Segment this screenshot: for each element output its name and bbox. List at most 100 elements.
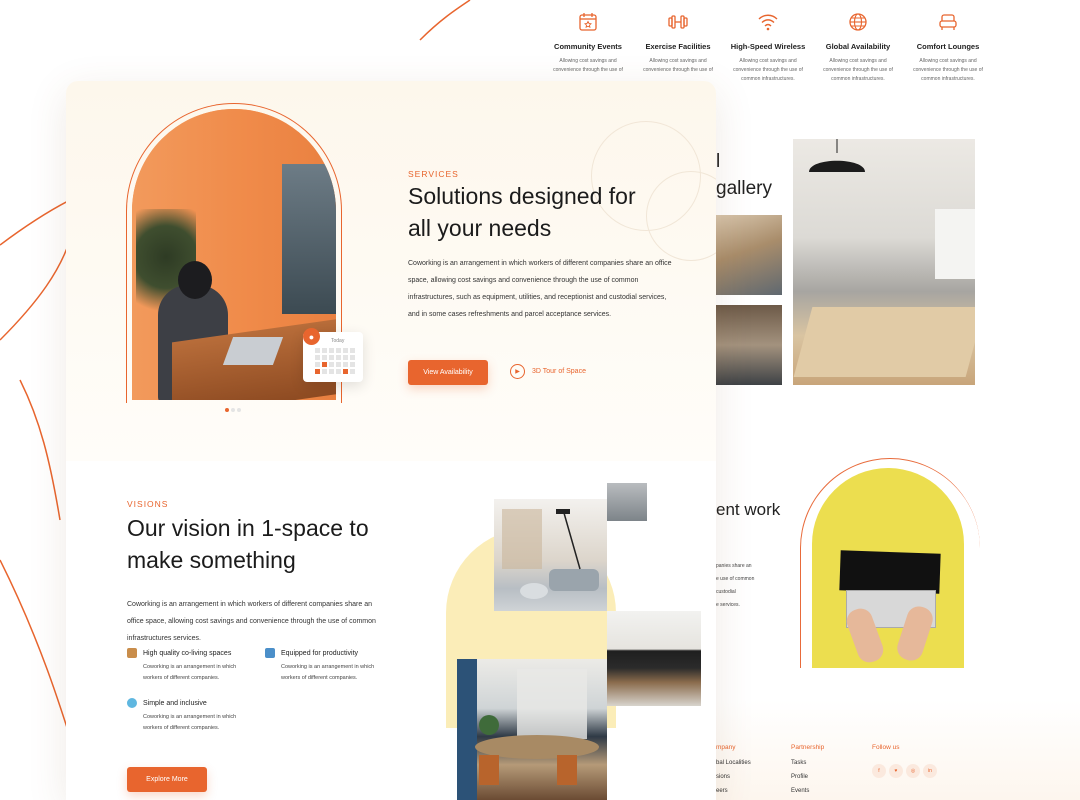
pendant-lamp-icon [809, 139, 865, 172]
visions-eyebrow: VISIONS [127, 499, 169, 509]
hero-title-line1: Solutions designed for [408, 183, 636, 209]
amenity-title: Community Events [554, 42, 622, 51]
facebook-icon[interactable]: f [872, 764, 886, 778]
amenity-title: Global Availability [825, 42, 891, 51]
generation-text-line: e use of common [716, 576, 755, 582]
services-eyebrow: SERVICES [408, 169, 459, 179]
footer-link[interactable]: Tasks [791, 760, 824, 766]
wifi-icon [758, 14, 778, 31]
toolbox-icon [265, 648, 275, 658]
footer-link[interactable]: sions [716, 774, 751, 780]
vision-feature-head: Equipped for productivity [265, 648, 395, 658]
instagram-icon[interactable]: ◎ [906, 764, 920, 778]
amenity-desc: Allowing cost savings and convenience th… [643, 58, 713, 73]
hero-title: Solutions designed for all your needs [408, 180, 708, 244]
footer-heading: Partnership [791, 744, 825, 751]
visions-paragraph: Coworking is an arrangement in which wor… [127, 601, 376, 642]
carousel-dots[interactable] [225, 408, 243, 412]
calendar-grid [315, 348, 357, 374]
gallery-title: l gallery [716, 148, 772, 202]
play-icon: ▶ [510, 364, 525, 379]
explore-more-button[interactable]: Explore More [127, 767, 207, 792]
footer-link[interactable]: bal Localities [716, 760, 751, 766]
gallery-image [716, 215, 782, 295]
footer-company-column: mpany bal Localities sions eers [716, 744, 751, 800]
amenity-desc: Allowing cost savings and convenience th… [913, 58, 983, 82]
generation-title: ent work [716, 500, 781, 519]
heart-icon[interactable]: ♥ [889, 764, 903, 778]
amenity-global-availability: Global Availability Allowing cost saving… [814, 10, 902, 84]
amenity-comfort-lounges: Comfort Lounges Allowing cost savings an… [904, 10, 992, 84]
gallery-image-table [793, 307, 975, 377]
collage-image [494, 499, 607, 611]
calendar-label: Today [331, 338, 345, 344]
amenity-high-speed-wireless: High-Speed Wireless Allowing cost saving… [724, 10, 812, 84]
visions-title: Our vision in 1-space to make something [127, 512, 407, 576]
calendar-star-icon [579, 13, 597, 31]
lounge-scene [502, 509, 599, 599]
collage-image [457, 659, 607, 800]
amenity-desc: Allowing cost savings and convenience th… [733, 58, 803, 82]
bell-icon: ● [303, 328, 320, 345]
footer-link[interactable]: Events [791, 788, 824, 794]
vision-feature-desc: Coworking is an arrangement in which wor… [143, 664, 237, 681]
vision-feature-item: Simple and inclusive Coworking is an arr… [127, 698, 257, 734]
gallery-image [716, 305, 782, 385]
collage-image [607, 483, 647, 521]
hero-image-laptop [222, 337, 284, 365]
amenities-row: Community Events Allowing cost savings a… [513, 10, 1080, 84]
collage-image [607, 611, 701, 706]
dumbbell-icon [668, 15, 688, 29]
amenity-title: Comfort Lounges [916, 42, 980, 51]
carousel-dot-active[interactable] [225, 408, 229, 412]
footer-follow-column: Follow us [872, 744, 899, 760]
vision-feature-item: High quality co-living spaces Coworking … [127, 648, 257, 684]
laptop-screen [839, 550, 941, 594]
droplet-icon [127, 698, 137, 708]
generation-text-line: panies share an [716, 563, 752, 569]
footer-link[interactable]: eers [716, 788, 751, 794]
vision-feature-desc: Coworking is an arrangement in which wor… [281, 664, 375, 681]
linkedin-icon[interactable]: in [923, 764, 937, 778]
amenity-title: Exercise Facilities [645, 42, 711, 51]
front-page-mockup: Today ● SERVICES Solutions designed for … [66, 81, 716, 800]
generation-text-line: custodial [716, 589, 736, 595]
carousel-dot[interactable] [237, 408, 241, 412]
laptop-hands-image [812, 468, 964, 668]
social-links: f ♥ ◎ in [872, 764, 940, 778]
amenity-exercise-facilities: Exercise Facilities Allowing cost saving… [634, 10, 722, 84]
visions-title-line1: Our vision in 1-space to [127, 515, 369, 541]
globe-icon [849, 13, 867, 31]
vision-feature-title: Simple and inclusive [143, 699, 207, 707]
footer-partnership-column: Partnership Tasks Profile Events [791, 744, 824, 800]
vision-feature-desc: Coworking is an arrangement in which wor… [143, 714, 237, 731]
amenity-desc: Allowing cost savings and convenience th… [823, 58, 893, 82]
gallery-image-window [935, 209, 975, 279]
carousel-dot[interactable] [231, 408, 235, 412]
vision-feature-title: High quality co-living spaces [143, 649, 232, 657]
hero-title-line2: all your needs [408, 215, 552, 241]
hero-image-head [178, 261, 212, 299]
generation-text-line: e services. [716, 602, 740, 608]
armchair-icon [939, 14, 957, 30]
footer-heading: mpany [716, 744, 736, 751]
hero-image-door [282, 164, 336, 314]
view-availability-button[interactable]: View Availability [408, 360, 488, 385]
gallery-title-line1: l [716, 151, 721, 172]
hotel-icon [127, 648, 137, 658]
visions-title-line2: make something [127, 547, 296, 573]
vision-feature-item: Equipped for productivity Coworking is a… [265, 648, 395, 684]
vision-feature-head: High quality co-living spaces [127, 648, 257, 658]
amenity-desc: Allowing cost savings and convenience th… [553, 58, 623, 73]
visions-section: VISIONS Our vision in 1-space to make so… [127, 499, 407, 647]
footer-link[interactable]: Profile [791, 774, 824, 780]
amenity-title: High-Speed Wireless [730, 42, 806, 51]
generation-text: panies share an e use of common custodia… [716, 560, 776, 612]
gallery-title-line2: gallery [716, 178, 772, 199]
vision-feature-head: Simple and inclusive [127, 698, 257, 708]
tour-button[interactable]: ▶ 3D Tour of Space [510, 364, 586, 379]
meeting-room-scene [457, 659, 599, 800]
gallery-image [793, 139, 975, 385]
vision-feature-title: Equipped for productivity [281, 649, 359, 657]
tour-label: 3D Tour of Space [532, 368, 586, 375]
